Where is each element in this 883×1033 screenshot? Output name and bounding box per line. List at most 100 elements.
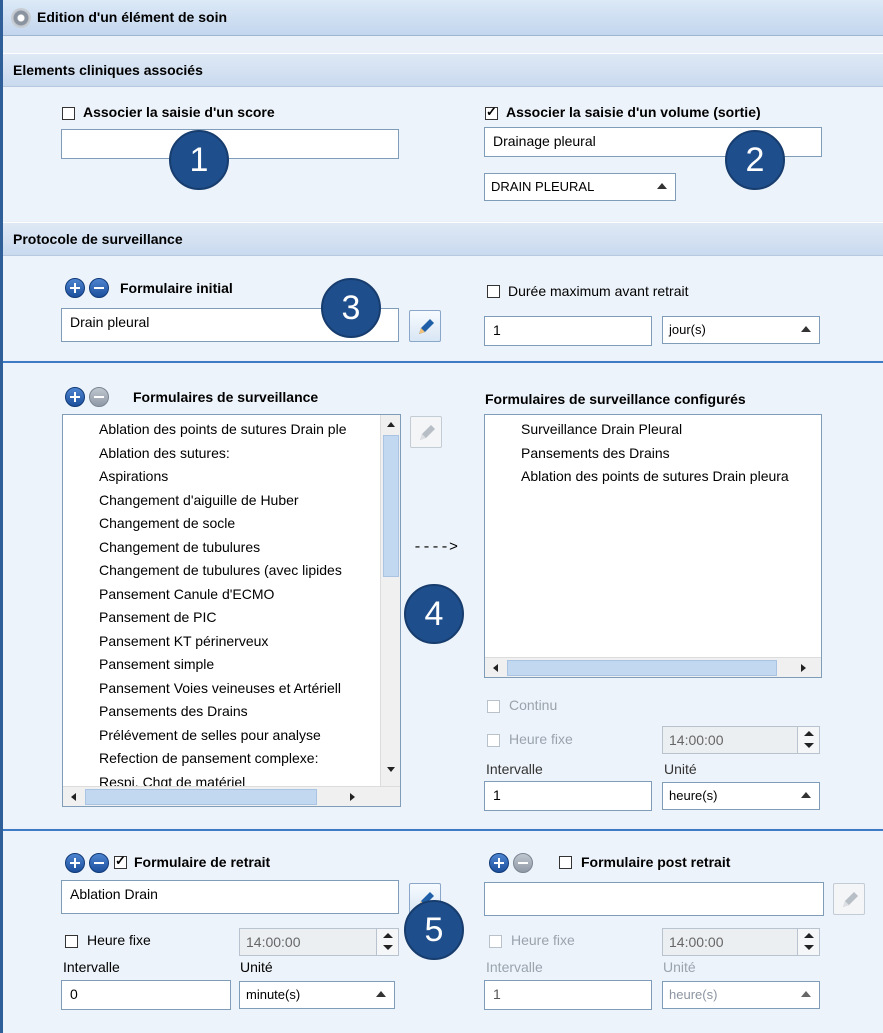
spinner-buttons[interactable] (376, 929, 398, 955)
vertical-scrollbar[interactable] (380, 415, 400, 788)
add-surveillance-button[interactable] (65, 387, 85, 407)
remove-post-retrait-button[interactable] (513, 853, 533, 873)
remove-initial-button[interactable] (89, 278, 109, 298)
post-heure-fixe-spinner[interactable]: 14:00:00 (662, 928, 820, 956)
horizontal-scrollbar[interactable] (485, 657, 821, 677)
volume-checkbox[interactable] (485, 104, 498, 120)
retrait-heure-fixe-value: 14:00:00 (246, 934, 301, 950)
post-intervalle-label: Intervalle (486, 959, 543, 975)
retrait-intervalle-label: Intervalle (63, 959, 120, 975)
retrait-unite-select[interactable]: minute(s) (239, 981, 395, 1009)
configured-list-item[interactable]: Surveillance Drain Pleural (521, 421, 682, 437)
post-heure-fixe-checkbox[interactable] (489, 935, 502, 948)
window-title: Edition d'un élément de soin (37, 9, 228, 25)
max-duration-unit-select[interactable]: jour(s) (662, 316, 820, 344)
score-field[interactable] (61, 129, 399, 159)
list-item[interactable]: Ablation des sutures: (99, 445, 230, 461)
post-unite-select[interactable]: heure(s) (662, 981, 820, 1009)
spinner-buttons[interactable] (797, 929, 819, 955)
spin-down-icon (804, 743, 814, 748)
score-checkbox[interactable] (62, 107, 75, 120)
initial-label: Formulaire initial (120, 280, 233, 296)
list-item[interactable]: Aspirations (99, 468, 168, 484)
list-item[interactable]: Pansement simple (99, 656, 214, 672)
retrait-label: Formulaire de retrait (134, 854, 271, 870)
edit-post-retrait-button[interactable] (833, 883, 865, 915)
list-item[interactable]: Changement de tubulures (99, 539, 260, 555)
list-item[interactable]: Pansements des Drains (99, 703, 248, 719)
volume-type-select[interactable]: DRAIN PLEURAL (484, 173, 676, 201)
surv-intervalle-field[interactable]: 1 (484, 781, 652, 811)
surv-heure-fixe-spinner[interactable]: 14:00:00 (662, 726, 820, 754)
scroll-down-icon (387, 767, 395, 772)
pencil-icon (843, 892, 858, 907)
post-unite-value: heure(s) (669, 987, 718, 1002)
list-item[interactable]: Pansement KT périnerveux (99, 633, 268, 649)
continu-checkbox[interactable] (487, 700, 500, 713)
max-duration-label: Durée maximum avant retrait (508, 283, 689, 299)
list-item[interactable]: Changement de socle (99, 515, 235, 531)
initial-panel: Formulaire initial Drain pleural Durée m… (3, 256, 883, 360)
dialog-window: Edition d'un élément de soin Elements cl… (0, 0, 883, 1033)
retrait-field[interactable]: Ablation Drain (61, 880, 399, 914)
list-item[interactable]: Pansement de PIC (99, 609, 217, 625)
list-item[interactable]: Refection de pansement complexe: (99, 750, 318, 766)
retrait-unite-label: Unité (240, 959, 273, 975)
spin-up-icon (804, 933, 814, 938)
list-item[interactable]: Pansement Voies veineuses et Artériell (99, 680, 341, 696)
title-bar: Edition d'un élément de soin (3, 0, 883, 36)
retrait-checkbox[interactable] (114, 853, 127, 869)
dropdown-arrow-icon (657, 183, 667, 189)
post-retrait-checkbox[interactable] (559, 856, 572, 869)
add-retrait-button[interactable] (65, 853, 85, 873)
configured-label: Formulaires de surveillance configurés (485, 391, 746, 407)
continu-label: Continu (509, 697, 558, 713)
step-badge-2: 2 (725, 130, 785, 190)
list-item[interactable]: Changement de tubulures (avec lipides (99, 562, 342, 578)
scroll-up-icon (387, 422, 395, 427)
retrait-intervalle-field[interactable]: 0 (61, 980, 231, 1010)
surv-unite-value: heure(s) (669, 788, 718, 803)
transfer-arrow: ----> (413, 539, 459, 556)
list-item[interactable]: Ablation des points de sutures Drain ple (99, 421, 346, 437)
remove-surveillance-button[interactable] (89, 387, 109, 407)
scrollbar-thumb[interactable] (85, 789, 317, 805)
configured-list[interactable]: Surveillance Drain Pleural Pansements des… (484, 414, 822, 678)
scroll-left-icon (71, 793, 76, 801)
surv-heure-fixe-checkbox[interactable] (487, 734, 500, 747)
retrait-heure-fixe-label: Heure fixe (87, 932, 151, 948)
section-title-protocol: Protocole de surveillance (13, 231, 183, 247)
surv-heure-fixe-label: Heure fixe (509, 731, 573, 747)
surveillance-list[interactable]: Ablation des points de sutures Drain ple… (62, 414, 401, 807)
list-item[interactable]: Changement d'aiguille de Huber (99, 492, 299, 508)
edit-surveillance-button[interactable] (410, 416, 442, 448)
surv-intervalle-label: Intervalle (486, 761, 543, 777)
pencil-icon (420, 425, 435, 440)
spin-up-icon (383, 933, 393, 938)
edit-initial-button[interactable] (409, 310, 441, 342)
pencil-icon (419, 319, 434, 334)
step-badge-3: 3 (321, 278, 381, 338)
configured-list-item[interactable]: Pansements des Drains (521, 445, 670, 461)
add-post-retrait-button[interactable] (489, 853, 509, 873)
step-badge-4: 4 (404, 584, 464, 644)
retrait-heure-fixe-checkbox[interactable] (65, 935, 78, 948)
add-initial-button[interactable] (65, 278, 85, 298)
list-item[interactable]: Pansement Canule d'ECMO (99, 586, 274, 602)
list-item[interactable]: Prélévement de selles pour analyse (99, 727, 321, 743)
max-duration-field[interactable]: 1 (484, 316, 652, 346)
horizontal-scrollbar[interactable] (63, 786, 400, 806)
retrait-heure-fixe-spinner[interactable]: 14:00:00 (239, 928, 399, 956)
remove-retrait-button[interactable] (89, 853, 109, 873)
configured-list-item[interactable]: Ablation des points de sutures Drain ple… (521, 468, 789, 484)
surv-unite-select[interactable]: heure(s) (662, 782, 820, 810)
scrollbar-thumb[interactable] (383, 435, 399, 577)
max-duration-checkbox[interactable] (487, 285, 500, 298)
post-intervalle-field[interactable]: 1 (484, 980, 652, 1010)
scroll-right-icon (350, 793, 355, 801)
post-retrait-field[interactable] (484, 882, 824, 916)
spin-up-icon (804, 731, 814, 736)
post-heure-fixe-label: Heure fixe (511, 932, 575, 948)
spinner-buttons[interactable] (797, 727, 819, 753)
scrollbar-thumb[interactable] (507, 660, 777, 676)
